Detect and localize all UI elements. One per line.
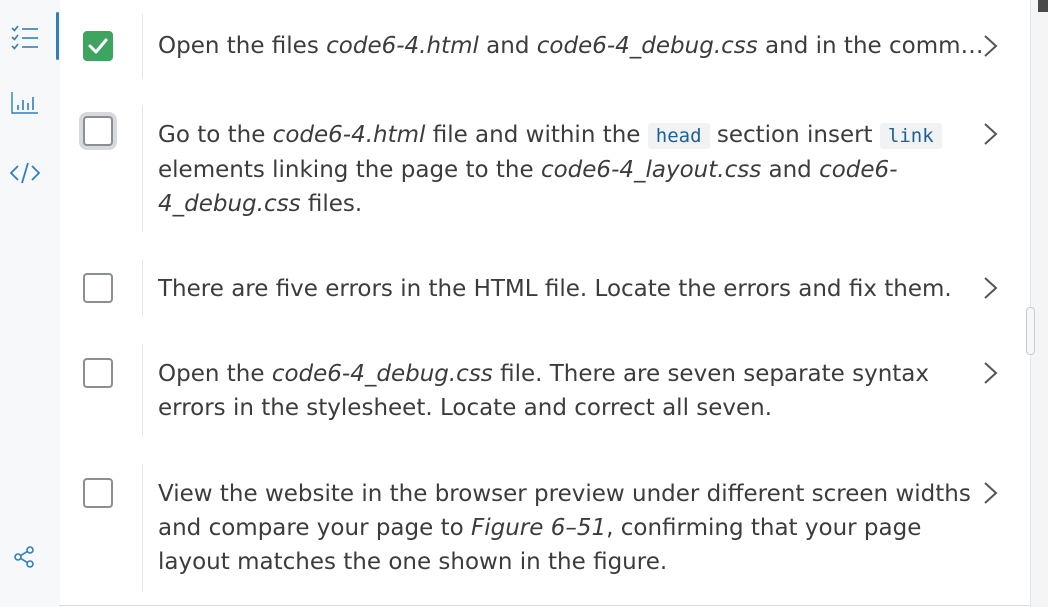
row-divider <box>142 106 143 232</box>
task-checkbox[interactable] <box>83 31 113 61</box>
checklist-icon[interactable] <box>8 20 42 54</box>
code-head: head <box>647 123 710 149</box>
active-indicator <box>56 12 59 60</box>
row-divider <box>142 14 143 78</box>
task-row[interactable]: Go to the code6-4.html file and within t… <box>60 92 1030 247</box>
task-text: Open the code6-4_debug.css file. There a… <box>158 361 929 421</box>
right-panel-edge <box>1030 0 1048 607</box>
task-text: View the website in the browser preview … <box>158 481 971 575</box>
task-row[interactable]: There are five errors in the HTML file. … <box>60 246 1030 332</box>
chevron-right-icon[interactable] <box>978 122 1002 146</box>
checkmark-icon <box>88 38 108 54</box>
chevron-right-icon[interactable] <box>978 276 1002 300</box>
share-icon[interactable] <box>8 540 42 574</box>
checkbox-cell <box>60 451 142 605</box>
code-link: link <box>879 123 942 149</box>
chevron-right-icon[interactable] <box>978 481 1002 505</box>
task-list: Open the files code6-4.html and code6-4_… <box>60 0 1030 607</box>
task-row[interactable]: View the website in the browser preview … <box>60 451 1030 606</box>
bar-chart-icon[interactable] <box>8 86 42 120</box>
task-row[interactable]: Open the code6-4_debug.css file. There a… <box>60 331 1030 452</box>
code-icon[interactable] <box>8 156 42 190</box>
left-rail <box>0 0 61 607</box>
checkbox-cell <box>60 0 142 92</box>
task-checkbox[interactable] <box>83 478 113 508</box>
task-text: There are five errors in the HTML file. … <box>158 276 952 302</box>
task-checkbox[interactable] <box>83 116 113 146</box>
task-checkbox[interactable] <box>83 273 113 303</box>
task-text: Go to the code6-4.html file and within t… <box>158 118 958 221</box>
task-checkbox[interactable] <box>83 358 113 388</box>
checkbox-cell <box>60 246 142 331</box>
splitter-handle[interactable] <box>1026 307 1035 355</box>
corner-marker <box>1038 0 1048 12</box>
row-divider <box>142 345 143 437</box>
checkbox-cell <box>60 92 142 246</box>
task-text: Open the files code6-4.html and code6-4_… <box>158 33 984 59</box>
chevron-right-icon[interactable] <box>978 34 1002 58</box>
row-divider <box>142 260 143 317</box>
checkbox-cell <box>60 331 142 451</box>
chevron-right-icon[interactable] <box>978 361 1002 385</box>
row-divider <box>142 465 143 591</box>
task-row[interactable]: Open the files code6-4.html and code6-4_… <box>60 0 1030 93</box>
